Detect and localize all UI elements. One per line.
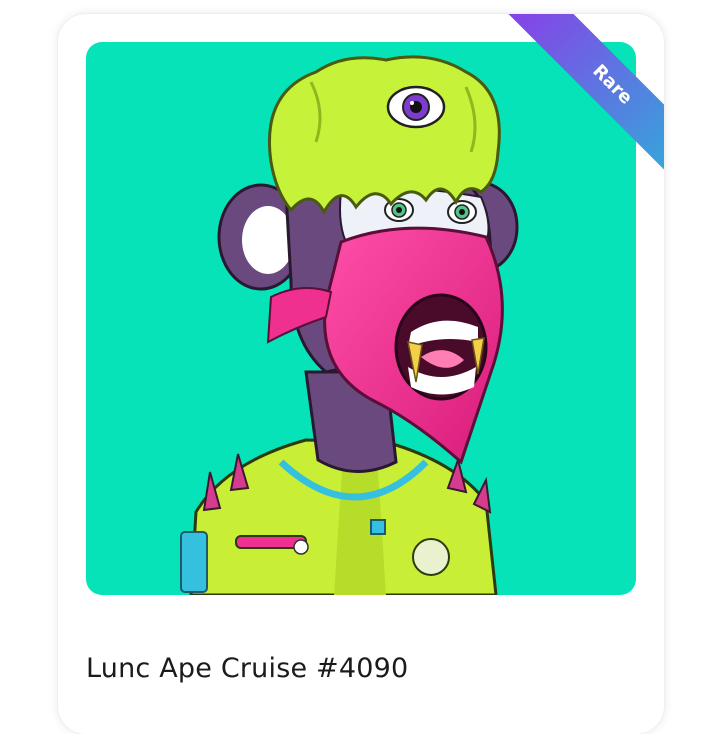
nft-card[interactable]: Rare Lunc Ape Cruise #4090 <box>58 14 664 734</box>
nft-title[interactable]: Lunc Ape Cruise #4090 <box>86 653 408 684</box>
rarity-ribbon: Rare <box>464 14 664 214</box>
rarity-badge: Rare <box>503 14 664 194</box>
